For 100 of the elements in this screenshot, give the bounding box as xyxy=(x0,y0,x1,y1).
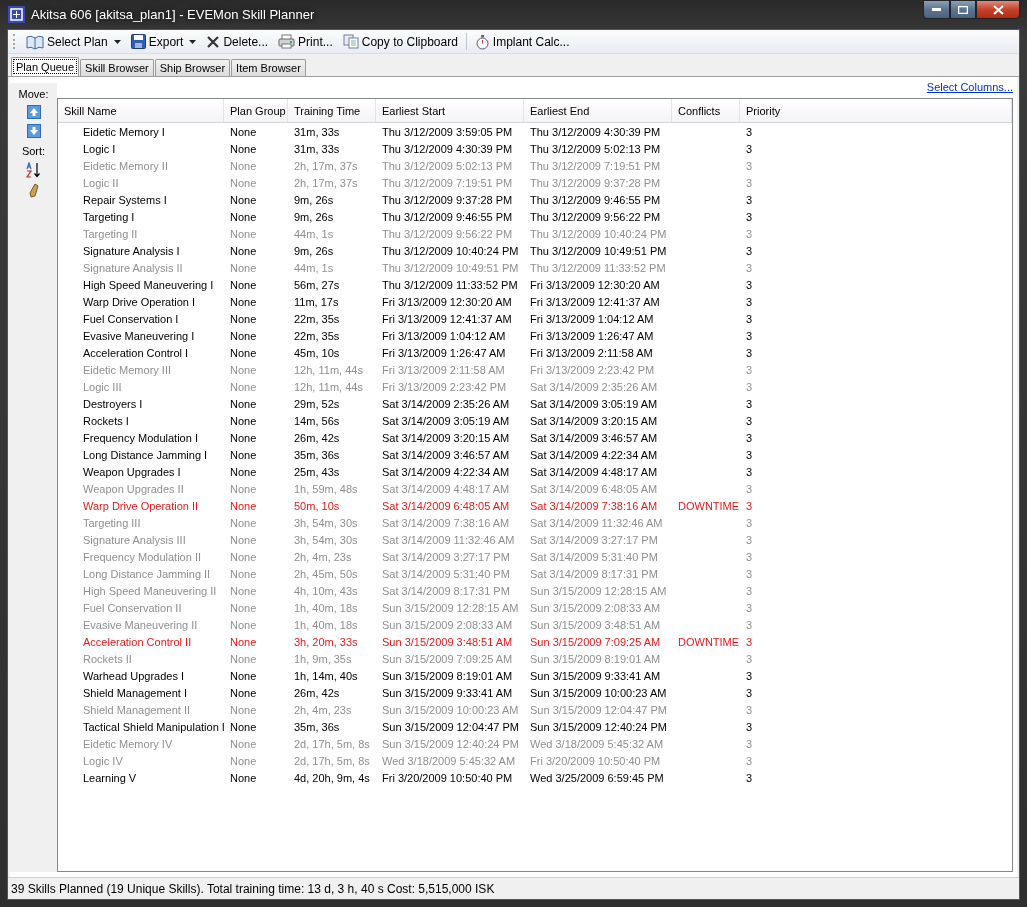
table-cell-text: None xyxy=(229,499,258,512)
maximize-icon xyxy=(958,5,968,14)
table-cell-text: None xyxy=(229,397,258,410)
table-cell-text: None xyxy=(229,346,258,359)
column-header[interactable]: Priority xyxy=(740,99,1012,122)
table-cell-text: None xyxy=(229,584,258,597)
table-cell-text: 2d, 17h, 5m, 8s xyxy=(293,737,371,750)
table-cell-text: Sat 3/14/2009 4:48:17 AM xyxy=(381,482,511,495)
table-cell-text: Wed 3/18/2009 5:45:32 AM xyxy=(529,737,665,750)
table-cell-text: None xyxy=(229,737,258,750)
column-header[interactable]: Skill Name xyxy=(58,99,224,122)
table-cell-text: 2h, 17m, 37s xyxy=(293,176,359,189)
close-button[interactable] xyxy=(976,0,1020,19)
tab[interactable]: Skill Browser xyxy=(80,59,154,76)
table-cell-text: None xyxy=(229,261,258,274)
table-cell-text: Sun 3/15/2009 3:48:51 AM xyxy=(529,618,662,631)
table-cell-text: 3 xyxy=(745,516,754,529)
table-cell-text: 3 xyxy=(745,584,754,597)
toolbar-dropdown[interactable]: Export xyxy=(128,30,199,53)
toolbar-button[interactable]: Print... xyxy=(276,30,335,53)
table-cell-text: Eidetic Memory I xyxy=(82,125,166,138)
table-cell-text: Logic IV xyxy=(82,754,124,767)
table-cell-text: Weapon Upgrades II xyxy=(82,482,185,495)
table-cell-text: Sun 3/15/2009 10:00:23 AM xyxy=(381,703,520,716)
column-header[interactable]: Earliest Start xyxy=(376,99,524,122)
caret-icon xyxy=(189,39,197,44)
maximize-button[interactable] xyxy=(950,0,976,19)
select-columns-link[interactable]: Select Columns... xyxy=(926,81,1013,95)
table-cell-text: None xyxy=(229,754,258,767)
table-cell-text: Fri 3/20/2009 10:50:40 PM xyxy=(381,771,514,784)
table-cell-text: None xyxy=(229,244,258,257)
table-cell-text: Signature Analysis I xyxy=(82,244,181,257)
table-cell-text: 2d, 17h, 5m, 8s xyxy=(293,754,371,767)
table-cell-text: Wed 3/18/2009 5:45:32 AM xyxy=(381,754,517,767)
column-header[interactable]: Earliest End xyxy=(524,99,672,122)
toolbar-button[interactable]: Implant Calc... xyxy=(472,30,572,53)
table-cell-text: Thu 3/12/2009 5:02:13 PM xyxy=(529,142,662,155)
table-cell-text: Acceleration Control II xyxy=(82,635,193,648)
table-cell-text: None xyxy=(229,669,258,682)
table-cell-text: Signature Analysis III xyxy=(82,533,187,546)
table-cell-text: Sat 3/14/2009 8:17:31 PM xyxy=(381,584,511,597)
toolbar-button[interactable]: Copy to Clipboard xyxy=(340,30,460,53)
table-cell-text: Rockets II xyxy=(82,652,133,665)
table-cell-text: Fri 3/13/2009 12:41:37 AM xyxy=(529,295,661,308)
table-cell-text: 3 xyxy=(745,533,754,546)
table-cell-text: Sun 3/15/2009 12:04:47 PM xyxy=(529,703,668,716)
table-cell-text: Sat 3/14/2009 11:32:46 AM xyxy=(529,516,664,529)
table-cell-text: Thu 3/12/2009 9:46:55 PM xyxy=(529,193,662,206)
table-cell-text: 31m, 33s xyxy=(293,142,341,155)
tab[interactable]: Plan Queue xyxy=(11,57,80,76)
table-cell-text: 3 xyxy=(745,720,754,733)
table-cell-text: 3 xyxy=(745,618,754,631)
toolbar-button[interactable]: Delete... xyxy=(204,30,271,53)
table-cell-text: 3 xyxy=(745,397,754,410)
table-cell-text: Warhead Upgrades I xyxy=(82,669,186,682)
move-up-button[interactable] xyxy=(26,105,41,119)
table-cell-text: Sat 3/14/2009 6:48:05 AM xyxy=(381,499,511,512)
move-down-button[interactable] xyxy=(26,124,41,138)
table-cell-text: Sat 3/14/2009 8:17:31 PM xyxy=(529,567,659,580)
table-cell-text: Sat 3/14/2009 2:35:26 AM xyxy=(381,397,511,410)
table-cell-text: None xyxy=(229,295,258,308)
column-header[interactable]: Conflicts xyxy=(672,99,740,122)
table-cell-text: Evasive Maneuvering I xyxy=(82,329,196,342)
table-cell-text: 3 xyxy=(745,329,754,342)
table-cell-text: Fri 3/13/2009 12:41:37 AM xyxy=(381,312,513,325)
table-cell-text: 3 xyxy=(745,635,754,648)
table-cell-text: None xyxy=(229,771,258,784)
table-cell-text: Fri 3/13/2009 1:04:12 AM xyxy=(381,329,507,342)
table-cell-text: 9m, 26s xyxy=(293,193,335,206)
table-cell-text: Thu 3/12/2009 3:59:05 PM xyxy=(381,125,514,138)
table-cell-text: Fri 3/13/2009 1:26:47 AM xyxy=(529,329,655,342)
table-cell-text: Thu 3/12/2009 9:37:28 PM xyxy=(381,193,514,206)
minimize-button[interactable] xyxy=(923,0,950,19)
table-cell-text: Frequency Modulation II xyxy=(82,550,202,563)
table-cell-text: Sat 3/14/2009 4:22:34 AM xyxy=(381,465,511,478)
table-cell-text: 3 xyxy=(745,601,754,614)
column-header[interactable]: Training Time xyxy=(288,99,376,122)
table-cell-text: 3 xyxy=(745,346,754,359)
table-cell-text: Sat 3/14/2009 3:27:17 PM xyxy=(381,550,511,563)
table-cell-text: Sun 3/15/2009 7:09:25 AM xyxy=(381,652,514,665)
table-cell-text: None xyxy=(229,210,258,223)
tab[interactable]: Item Browser xyxy=(231,59,306,76)
table-cell-text: None xyxy=(229,550,258,563)
column-header[interactable]: Plan Group xyxy=(224,99,288,122)
table-cell-text: Thu 3/12/2009 10:40:24 PM xyxy=(381,244,520,257)
table-cell-text: 3 xyxy=(745,686,754,699)
table-cell-text: Sat 3/14/2009 3:27:17 PM xyxy=(529,533,659,546)
table-cell-text: Warp Drive Operation I xyxy=(82,295,197,308)
table-cell-text: Sat 3/14/2009 2:35:26 AM xyxy=(529,380,659,393)
table-cell-text: 4h, 10m, 43s xyxy=(293,584,359,597)
delete-icon xyxy=(206,34,221,49)
table-cell-text: Repair Systems I xyxy=(82,193,168,206)
table-cell-text: 35m, 36s xyxy=(293,720,341,733)
table-cell-text: Thu 3/12/2009 10:49:51 PM xyxy=(381,261,520,274)
sort-alphabetical-icon[interactable] xyxy=(25,162,42,178)
table-cell-text: 29m, 52s xyxy=(293,397,341,410)
toolbar-dropdown[interactable]: Select Plan xyxy=(24,30,123,53)
table-cell-text: Fri 3/13/2009 2:23:42 PM xyxy=(529,363,656,376)
table-cell-text: Fri 3/13/2009 2:11:58 AM xyxy=(529,346,654,359)
tab[interactable]: Ship Browser xyxy=(154,59,231,76)
